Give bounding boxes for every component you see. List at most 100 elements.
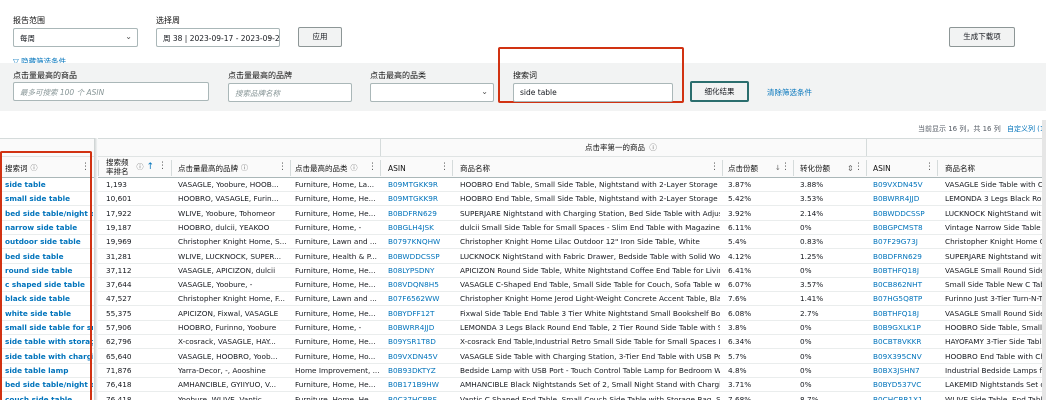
cell-top-brand: WLIVE, Yoobure, Tohomeor [178, 208, 276, 218]
cell-asin-2[interactable]: B0B9GXLK1P [873, 321, 935, 335]
cell-search-rank: 76,418 [106, 380, 132, 390]
cell-search-rank: 31,281 [106, 251, 132, 261]
col-product-name-2[interactable]: 商品名称 [945, 157, 1046, 179]
cell-asin-2[interactable]: B0BTHFQ18J [873, 307, 935, 321]
cell-asin[interactable]: B09MTGKK9R [388, 192, 450, 206]
cell-click-share: 3.8% [728, 323, 747, 332]
cell-asin[interactable]: B0BWDDCSSP [388, 250, 450, 264]
cell-search-rank: 37,112 [106, 265, 132, 275]
cell-product-name-2: Vintage Narrow Side Table with [945, 222, 1046, 232]
column-menu-icon[interactable]: ⋮ [440, 162, 449, 172]
table-row: black side table 47,527 Christopher Knight… [0, 292, 1046, 307]
vertical-scrollbar[interactable] [1042, 120, 1046, 400]
cell-asin[interactable]: B09VXDN45V [388, 350, 450, 364]
cell-click-share: 5.42% [728, 194, 752, 204]
report-range-select[interactable]: 每周 ⌄ [13, 28, 138, 47]
cell-asin-2[interactable]: B0BGPCMST8 [873, 221, 935, 235]
column-menu-icon[interactable]: ⋮ [710, 162, 719, 172]
cell-click-share: 7.68% [728, 394, 752, 400]
refine-results-button[interactable]: 细化结果 [690, 81, 749, 102]
cell-asin-2[interactable]: B09X395CNV [873, 350, 935, 364]
cell-product-name-2: Industrial Bedside Lamps for Ni [945, 365, 1046, 375]
column-menu-icon[interactable]: ⋮ [781, 162, 790, 172]
cell-top-category: Furniture, Home, Ho... [295, 351, 376, 361]
cell-conversion-share: 0.83% [800, 237, 824, 247]
column-menu-icon[interactable]: ⋮ [278, 162, 287, 172]
cell-product-name-2: SUPERJARE Nightstand with C [945, 251, 1046, 261]
column-divider [866, 160, 867, 176]
cell-product-name: VASAGLE C-Shaped End Table, Small Side T… [460, 280, 720, 290]
col-asin[interactable]: ASIN ⋮ [388, 157, 452, 179]
top-category-select[interactable]: ⌄ [370, 83, 494, 102]
cell-asin[interactable]: B0C37HCBRF [388, 393, 450, 400]
cell-asin[interactable]: B07F6562WW [388, 292, 450, 306]
generate-download-button[interactable]: 生成下载项 [949, 27, 1015, 47]
cell-conversion-share: 2.7% [800, 308, 819, 318]
column-menu-icon[interactable]: ⋮ [854, 162, 863, 172]
cell-top-category: Furniture, Home, He... [295, 280, 376, 290]
col-product-name-label: 商品名称 [460, 163, 490, 173]
col-top-category[interactable]: 点击最高的品类 ⓘ ⋮ [295, 157, 380, 179]
cell-asin-2[interactable]: B0BX3JSHN7 [873, 364, 935, 378]
col-conversion-share-label: 转化份额 [800, 163, 830, 173]
cell-top-brand: X-cosrack, VASAGLE, HAY... [178, 337, 276, 347]
cell-asin-2[interactable]: B0BDFRN629 [873, 250, 935, 264]
search-term-input[interactable]: side table [513, 83, 673, 102]
cell-top-category: Furniture, Home, - [295, 323, 362, 332]
cell-asin[interactable]: B08VDQN8H5 [388, 278, 450, 292]
cell-product-name-2: WLIVE Side Table, End Table w [945, 394, 1046, 400]
cell-asin-2[interactable]: B07HG5Q8TP [873, 292, 935, 306]
col-search-freq-rank[interactable]: 搜索频 率排名 ⓘ ↑ ⋮ [106, 156, 170, 178]
cell-top-brand: APICIZON, Fixwal, VASAGLE [178, 308, 279, 318]
cell-asin[interactable]: B0B171B9HW [388, 378, 450, 392]
col-click-share[interactable]: 点击份额 ↓ ⋮ [728, 157, 793, 179]
column-menu-icon[interactable]: ⋮ [925, 162, 934, 172]
top-product-input[interactable]: 最多可搜索 100 个 ASIN [13, 82, 209, 101]
cell-product-name: VASAGLE Side Table with Charging Station… [460, 351, 720, 361]
cell-asin[interactable]: B0BWRR4JJD [388, 321, 450, 335]
cell-asin[interactable]: B0BGLH4JSK [388, 221, 450, 235]
cell-top-category: Furniture, Home, He... [295, 380, 376, 390]
select-week-select[interactable]: 周 38 | 2023-09-17 - 2023-09-23 ⌄ [156, 28, 280, 47]
col-asin-2[interactable]: ASIN ⋮ [873, 157, 937, 179]
cell-asin[interactable]: B0BYDFF12T [388, 307, 450, 321]
col-conversion-share[interactable]: 转化份额 ⇕ ⋮ [800, 157, 866, 179]
cell-product-name: APICIZON Round Side Table, White Nightst… [460, 265, 720, 275]
clear-filters-link[interactable]: 清除筛选条件 [767, 87, 812, 98]
cell-asin-2[interactable]: B0CBT8VKKR [873, 335, 935, 349]
cell-asin-2[interactable]: B0BYD537VC [873, 378, 935, 392]
top-brand-input[interactable]: 搜索品牌名称 [228, 83, 352, 102]
column-count-label: 当前显示 16 列，共 16 列 [918, 125, 1001, 133]
cell-asin-2[interactable]: B0CHCBR1X1 [873, 393, 935, 400]
cell-asin[interactable]: B0BDFRN629 [388, 207, 450, 221]
cell-product-name-2: LAKEMID Nightstands Set of 2 [945, 380, 1046, 390]
cell-top-category: Furniture, Home, He... [295, 308, 376, 318]
cell-asin[interactable]: B0B93DKTYZ [388, 364, 450, 378]
cell-product-name: X-cosrack End Table,Industrial Retro Sma… [460, 337, 720, 347]
sort-toggle-icon[interactable]: ⇕ [847, 164, 854, 173]
cell-asin-2[interactable]: B0CB862NHT [873, 278, 935, 292]
cell-click-share: 5.4% [728, 237, 747, 247]
cell-top-brand: VASAGLE, Yoobure, - [178, 280, 253, 290]
col-top-brand[interactable]: 点击量最高的品牌 ⓘ ⋮ [178, 157, 290, 179]
cell-asin-2[interactable]: B0BWRR4JJD [873, 192, 935, 206]
sort-descending-icon[interactable]: ↓ [775, 164, 781, 172]
search-term-label: 搜索词 [513, 71, 537, 80]
column-menu-icon[interactable]: ⋮ [158, 162, 167, 171]
cell-asin-2[interactable]: B0BTHFQ18J [873, 264, 935, 278]
apply-button[interactable]: 应用 [298, 27, 342, 47]
table-row: white side table 55,375 APICIZON, Fixwal, … [0, 307, 1046, 321]
col-product-name[interactable]: 商品名称 ⋮ [460, 157, 722, 179]
cell-asin[interactable]: B08LYPSDNY [388, 264, 450, 278]
customize-columns-link[interactable]: 自定义列 (16 [1007, 125, 1046, 133]
cell-asin[interactable]: B09MTGKK9R [388, 178, 450, 192]
cell-product-name-2: HOOBRO Side Table, Small Side [945, 323, 1046, 332]
cell-asin[interactable]: B09YSR1T8D [388, 335, 450, 349]
cell-asin-2[interactable]: B09VXDN45V [873, 178, 935, 192]
cell-asin-2[interactable]: B0BWDDCSSP [873, 207, 935, 221]
column-menu-icon[interactable]: ⋮ [368, 162, 377, 172]
cell-asin[interactable]: B0797KNQHW [388, 235, 450, 249]
cell-asin-2[interactable]: B07F29G73J [873, 235, 935, 249]
sort-ascending-icon[interactable]: ↑ [147, 162, 155, 172]
table-row: side table lamp 71,876 Yarra-Decor, -, Aoo… [0, 364, 1046, 378]
